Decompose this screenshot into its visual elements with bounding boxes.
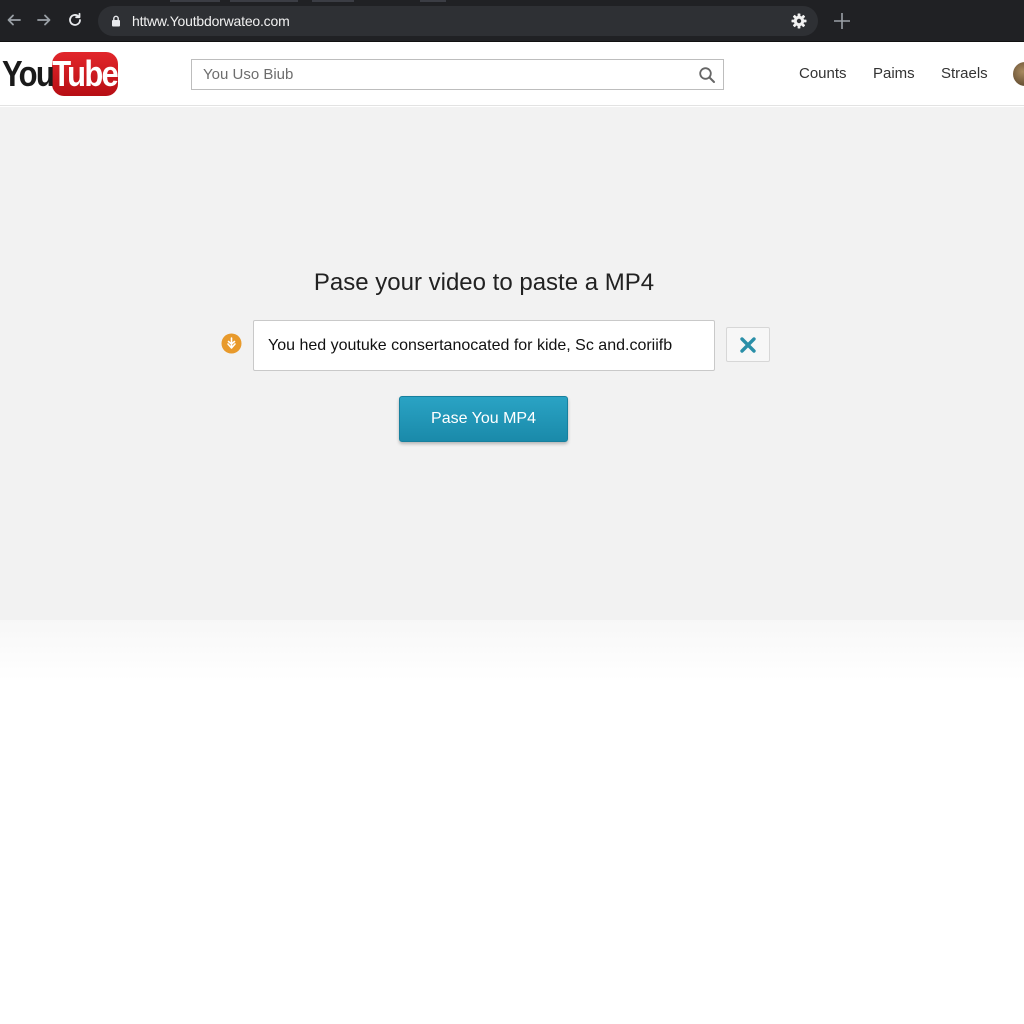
nav-link-counts[interactable]: Counts <box>799 65 847 82</box>
converter-panel: Pase your video to paste a MP4 Pase You … <box>0 107 1024 620</box>
search-icon[interactable] <box>698 66 716 84</box>
search-input[interactable] <box>192 60 723 89</box>
convert-button[interactable]: Pase You MP4 <box>399 396 568 442</box>
reload-icon <box>69 12 81 26</box>
back-button[interactable] <box>3 9 25 31</box>
youtube-logo[interactable]: You Tube <box>2 50 120 98</box>
site-header: You Tube Counts Paims Straels <box>0 42 1024 106</box>
page-title: Pase your video to paste a MP4 <box>313 269 655 296</box>
new-tab-icon[interactable] <box>832 11 852 31</box>
avatar[interactable] <box>1013 62 1024 86</box>
address-bar[interactable]: httww.Youtbdorwateo.com <box>98 6 818 36</box>
forward-arrow-icon <box>37 14 51 26</box>
reload-button[interactable] <box>64 9 86 31</box>
nav-link-straels[interactable]: Straels <box>941 65 988 82</box>
close-icon <box>740 336 756 353</box>
logo-tube-badge: Tube <box>52 52 120 96</box>
browser-toolbar: httww.Youtbdorwateo.com <box>0 0 1024 42</box>
logo-tube-text: Tube <box>52 53 120 94</box>
download-badge-icon <box>221 333 242 354</box>
settings-icon[interactable] <box>790 12 808 30</box>
address-url: httww.Youtbdorwateo.com <box>132 13 290 29</box>
video-url-field[interactable] <box>253 320 715 371</box>
lock-icon <box>112 15 120 27</box>
video-url-input[interactable] <box>254 321 714 370</box>
search-box[interactable] <box>191 59 724 90</box>
clear-button[interactable] <box>726 327 770 362</box>
tab-strip <box>0 0 1024 4</box>
forward-button[interactable] <box>33 9 55 31</box>
logo-you-text: You <box>2 53 55 94</box>
back-arrow-icon <box>7 14 21 26</box>
empty-content-area <box>0 620 1024 1024</box>
nav-link-paims[interactable]: Paims <box>873 65 915 82</box>
